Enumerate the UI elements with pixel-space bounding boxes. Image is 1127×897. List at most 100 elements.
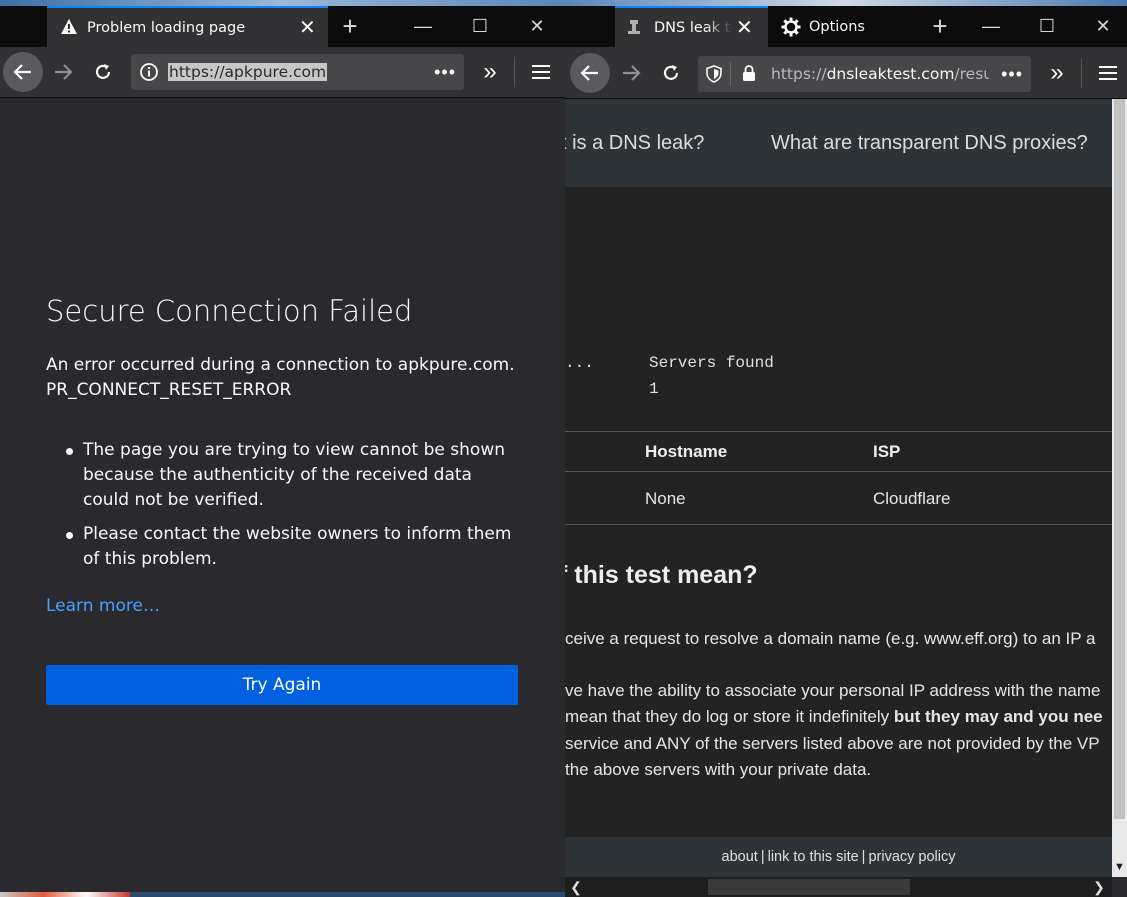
table-border [565, 431, 1112, 432]
url-text[interactable]: https://dnsleaktest.com/results [771, 65, 989, 83]
table-divider [565, 471, 1112, 472]
reload-button[interactable] [86, 55, 120, 89]
list-item: The page you are trying to view cannot b… [46, 438, 516, 513]
dnsleaktest-page: t is a DNS leak? What are transparent DN… [565, 99, 1112, 877]
paragraph-line: ve have the ability to associate your pe… [565, 681, 1101, 700]
footer-separator: | [861, 849, 866, 865]
maximize-button[interactable]: ☐ [1019, 6, 1075, 47]
url-scheme: https:// [771, 65, 827, 83]
bullet-text: Please contact the website owners to inf… [83, 524, 512, 569]
site-footer: about | link to this site | privacy poli… [565, 837, 1112, 877]
tab-bar: DNS leak test ✕ Options + — ☐ ✕ [565, 6, 1127, 47]
page-actions-icon[interactable]: ••• [1001, 64, 1023, 85]
lock-icon [742, 65, 756, 87]
table-border [565, 524, 1112, 525]
url-bar[interactable]: https://dnsleaktest.com/results ••• [698, 56, 1031, 92]
horizontal-scrollbar[interactable]: ❮ ❯ [565, 877, 1112, 897]
tab-problem-loading[interactable]: Problem loading page ✕ [47, 6, 328, 47]
tab-title: Problem loading page [87, 19, 246, 36]
paragraph-text: mean that they do log or store it indefi… [565, 707, 894, 726]
new-tab-button[interactable]: + [912, 6, 968, 47]
paragraph-line: ceive a request to resolve a domain name… [565, 629, 1096, 648]
tracking-protection-icon[interactable] [706, 65, 722, 88]
scrollbar-thumb[interactable] [1114, 99, 1125, 819]
overflow-menu-icon[interactable]: » [1040, 56, 1074, 90]
reload-icon [95, 64, 111, 79]
error-title: Secure Connection Failed [46, 294, 413, 328]
gear-icon [781, 17, 801, 41]
table-cell-isp: Cloudflare [873, 489, 951, 508]
site-favicon-icon [626, 19, 642, 40]
nav-link-transparent-dns-proxies[interactable]: What are transparent DNS proxies? [771, 132, 1088, 155]
toolbar-divider [514, 57, 515, 87]
close-tab-icon[interactable]: ✕ [736, 15, 753, 40]
forward-arrow-icon [623, 65, 641, 81]
bullet-icon [66, 448, 73, 455]
forward-button[interactable] [46, 55, 80, 89]
back-arrow-icon [580, 65, 598, 81]
tab-bar: Problem loading page ✕ + — ☐ ✕ [0, 6, 565, 47]
hamburger-menu-icon[interactable] [1091, 56, 1125, 90]
paragraph-line: mean that they do log or store it indefi… [565, 707, 1103, 727]
forward-button[interactable] [614, 56, 648, 90]
error-page: Secure Connection Failed An error occurr… [0, 98, 565, 892]
reload-button[interactable] [654, 56, 688, 90]
minimize-button[interactable]: — [963, 6, 1019, 47]
urlbar-divider [730, 62, 731, 86]
learn-more-link[interactable]: Learn more… [46, 596, 160, 616]
footer-link-link-to-site[interactable]: link to this site [768, 849, 859, 865]
hamburger-menu-icon[interactable] [524, 55, 558, 89]
nav-toolbar: https://apkpure.com ••• » [0, 47, 565, 98]
reload-icon [663, 65, 679, 80]
list-item: Please contact the website owners to inf… [46, 522, 516, 572]
tab-options[interactable]: Options [768, 6, 923, 47]
error-description: An error occurred during a connection to… [46, 353, 526, 403]
bullet-text: The page you are trying to view cannot b… [83, 440, 505, 510]
back-button[interactable] [3, 52, 43, 92]
url-host: dnsleaktest.com [826, 65, 955, 83]
maximize-button[interactable]: ☐ [452, 6, 508, 47]
new-tab-button[interactable]: + [322, 6, 378, 47]
try-again-button[interactable]: Try Again [46, 665, 518, 705]
minimize-button[interactable]: — [395, 6, 451, 47]
tab-dns-leak-test[interactable]: DNS leak test ✕ [615, 6, 768, 47]
error-bullets: The page you are trying to view cannot b… [46, 438, 516, 581]
scrollbar-thumb[interactable] [708, 879, 910, 895]
bullet-icon [66, 532, 73, 539]
footer-separator: | [760, 849, 765, 865]
close-tab-icon[interactable]: ✕ [299, 15, 316, 40]
error-description-text: An error occurred during a connection to… [46, 355, 515, 375]
overflow-menu-icon[interactable]: » [473, 55, 507, 89]
scroll-left-icon[interactable]: ❮ [567, 877, 585, 897]
scroll-right-icon[interactable]: ❯ [1090, 877, 1108, 897]
column-header-isp: ISP [873, 442, 901, 461]
close-window-button[interactable]: ✕ [1075, 6, 1127, 47]
paragraph-line: the above servers with your private data… [565, 760, 872, 779]
vertical-scrollbar[interactable]: ▼ [1112, 99, 1127, 877]
scroll-down-icon[interactable]: ▼ [1112, 859, 1127, 874]
summary-ellipsis: ... [565, 354, 594, 372]
url-bar[interactable]: https://apkpure.com ••• [131, 54, 464, 90]
nav-link-what-is-dns-leak[interactable]: t is a DNS leak? [565, 132, 704, 155]
back-arrow-icon [13, 64, 31, 80]
browser-window-left: Problem loading page ✕ + — ☐ ✕ https://a… [0, 6, 566, 892]
page-actions-icon[interactable]: ••• [434, 62, 456, 83]
url-text[interactable]: https://apkpure.com [168, 63, 328, 81]
tab-title: DNS leak test [654, 19, 732, 36]
close-window-button[interactable]: ✕ [509, 6, 565, 47]
tab-title: Options [809, 18, 865, 35]
column-header-hostname: Hostname [645, 442, 728, 461]
browser-window-right: DNS leak test ✕ Options + — ☐ ✕ [565, 6, 1127, 897]
footer-link-privacy[interactable]: privacy policy [868, 849, 955, 865]
footer-link-about[interactable]: about [722, 849, 758, 865]
warning-icon [60, 18, 78, 39]
servers-found-label: Servers found [649, 354, 774, 372]
forward-arrow-icon [55, 64, 73, 80]
back-button[interactable] [570, 53, 610, 93]
paragraph-line: service and ANY of the servers listed ab… [565, 734, 1100, 753]
paragraph-bold-text: but they may and you nee [893, 707, 1103, 726]
error-code: PR_CONNECT_RESET_ERROR [46, 380, 292, 400]
nav-toolbar: https://dnsleaktest.com/results ••• » [565, 47, 1127, 99]
site-nav: t is a DNS leak? What are transparent DN… [565, 99, 1112, 187]
info-icon[interactable] [139, 62, 159, 87]
